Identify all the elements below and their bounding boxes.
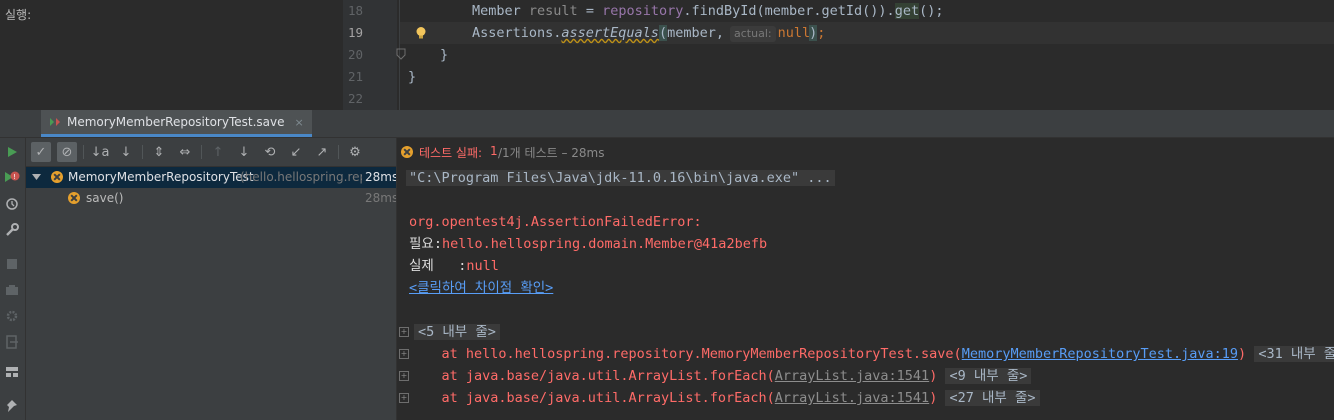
run-window-label: 실행: <box>5 8 32 22</box>
wrench-icon[interactable] <box>4 222 20 238</box>
source-link[interactable]: MemoryMemberRepositoryTest.java:19 <box>962 346 1238 362</box>
expand-fold-icon[interactable]: + <box>399 393 409 403</box>
stack-trace-line: at hello.hellospring.repository.MemoryMe… <box>409 343 1334 365</box>
folded-lines[interactable]: <31 내부 줄> <box>1254 346 1334 362</box>
test-failed-icon <box>68 192 80 204</box>
line-number: 20 <box>347 47 363 62</box>
fold-marker-icon[interactable] <box>396 48 406 60</box>
code-line-19: Assertions.assertEquals(member, actual: nu… <box>472 25 826 42</box>
layout-icon[interactable] <box>4 364 20 380</box>
test-class-package: (hello.hellospring.repos <box>240 170 362 184</box>
test-class-name: MemoryMemberRepositoryTest <box>68 170 254 184</box>
test-tree-toolbar: ✓ ⊘ ↓a ↓ ⇕ ⇔ ↑ ↓ ⟲ ↙ ↗ ⚙ <box>26 138 396 167</box>
folded-lines[interactable]: <27 내부 줄> <box>945 390 1040 406</box>
svg-text:!: ! <box>13 173 16 181</box>
export-results-button[interactable]: ↗ <box>312 142 332 162</box>
prev-failed-button[interactable]: ↑ <box>208 142 228 162</box>
sort-by-duration-button[interactable]: ↓ <box>116 142 136 162</box>
next-failed-button[interactable]: ↓ <box>234 142 254 162</box>
tab-title: MemoryMemberRepositoryTest.save <box>67 115 285 129</box>
editor-gutter: 18 19 20 21 22 <box>343 0 397 110</box>
import-tests-button[interactable]: ↙ <box>286 142 306 162</box>
test-class-duration: 28ms <box>365 170 399 184</box>
console-expected-line: 필요:hello.hellospring.domain.Member@41a2b… <box>409 236 768 252</box>
stop-icon <box>4 256 20 272</box>
test-history-button[interactable]: ⟲ <box>260 142 280 162</box>
tab-run-config[interactable]: MemoryMemberRepositoryTest.save × <box>41 110 312 137</box>
editor-left-area <box>0 0 343 110</box>
code-line-18: Member result = repository.findById(memb… <box>472 3 944 19</box>
diff-link[interactable]: <클릭하여 차이점 확인> <box>409 277 553 299</box>
collapse-all-button[interactable]: ⇔ <box>175 142 195 162</box>
source-link[interactable]: ArrayList.java:1541 <box>775 390 929 406</box>
line-number-current: 19 <box>347 25 363 40</box>
folded-lines[interactable]: <9 내부 줄> <box>945 368 1032 384</box>
sort-alphabetically-button[interactable]: ↓a <box>90 142 110 162</box>
expand-all-button[interactable]: ⇕ <box>149 142 169 162</box>
test-status-bar: 테스트 실패: 1 /1개 테스트 – 28ms <box>397 138 1334 166</box>
stack-trace-line: at java.base/java.util.ArrayList.forEach… <box>409 387 1040 409</box>
line-number: 18 <box>347 3 363 18</box>
console-command-line: "C:\Program Files\Java\jdk-11.0.16\bin\j… <box>406 167 835 189</box>
chevron-down-icon[interactable] <box>32 174 41 181</box>
expand-fold-icon[interactable]: + <box>399 371 409 381</box>
line-number: 22 <box>347 91 363 106</box>
show-ignored-button[interactable]: ⊘ <box>57 142 77 162</box>
console-actual-line: 실제 :null <box>409 258 499 274</box>
stack-trace-line: at java.base/java.util.ArrayList.forEach… <box>409 365 1032 387</box>
status-failed-icon <box>401 146 413 158</box>
settings-gear-icon <box>4 308 20 324</box>
test-failed-icon <box>51 171 63 183</box>
parameter-hint: actual: <box>730 26 776 42</box>
status-fail-count: 1 <box>490 144 498 158</box>
run-side-toolbar: ! <box>0 138 26 420</box>
folded-lines[interactable]: <5 내부 줄> <box>414 321 500 343</box>
test-method-duration: 28ms <box>365 191 399 205</box>
rerun-icon[interactable] <box>4 144 20 160</box>
code-line-21: } <box>408 69 417 85</box>
source-link[interactable]: ArrayList.java:1541 <box>775 368 929 384</box>
expand-fold-icon[interactable]: + <box>399 327 409 337</box>
tab-close-icon[interactable]: × <box>295 116 304 129</box>
code-line-20: } <box>440 47 449 63</box>
pin-icon[interactable] <box>4 398 20 414</box>
status-label: 테스트 실패: <box>419 146 483 160</box>
console-error-class: org.opentest4j.AssertionFailedError: <box>409 214 702 230</box>
run-config-icon <box>50 118 60 126</box>
line-number: 21 <box>347 69 363 84</box>
tree-settings-button[interactable]: ⚙ <box>345 142 365 162</box>
test-method-name[interactable]: save() <box>86 188 123 209</box>
show-passed-button[interactable]: ✓ <box>31 142 51 162</box>
status-summary: /1개 테스트 – 28ms <box>498 146 605 160</box>
rerun-failed-icon[interactable]: ! <box>4 170 20 186</box>
exit-icon <box>4 334 20 350</box>
toggle-auto-test-icon[interactable] <box>4 196 20 212</box>
camera-icon <box>4 282 20 298</box>
expand-fold-icon[interactable]: + <box>399 349 409 359</box>
